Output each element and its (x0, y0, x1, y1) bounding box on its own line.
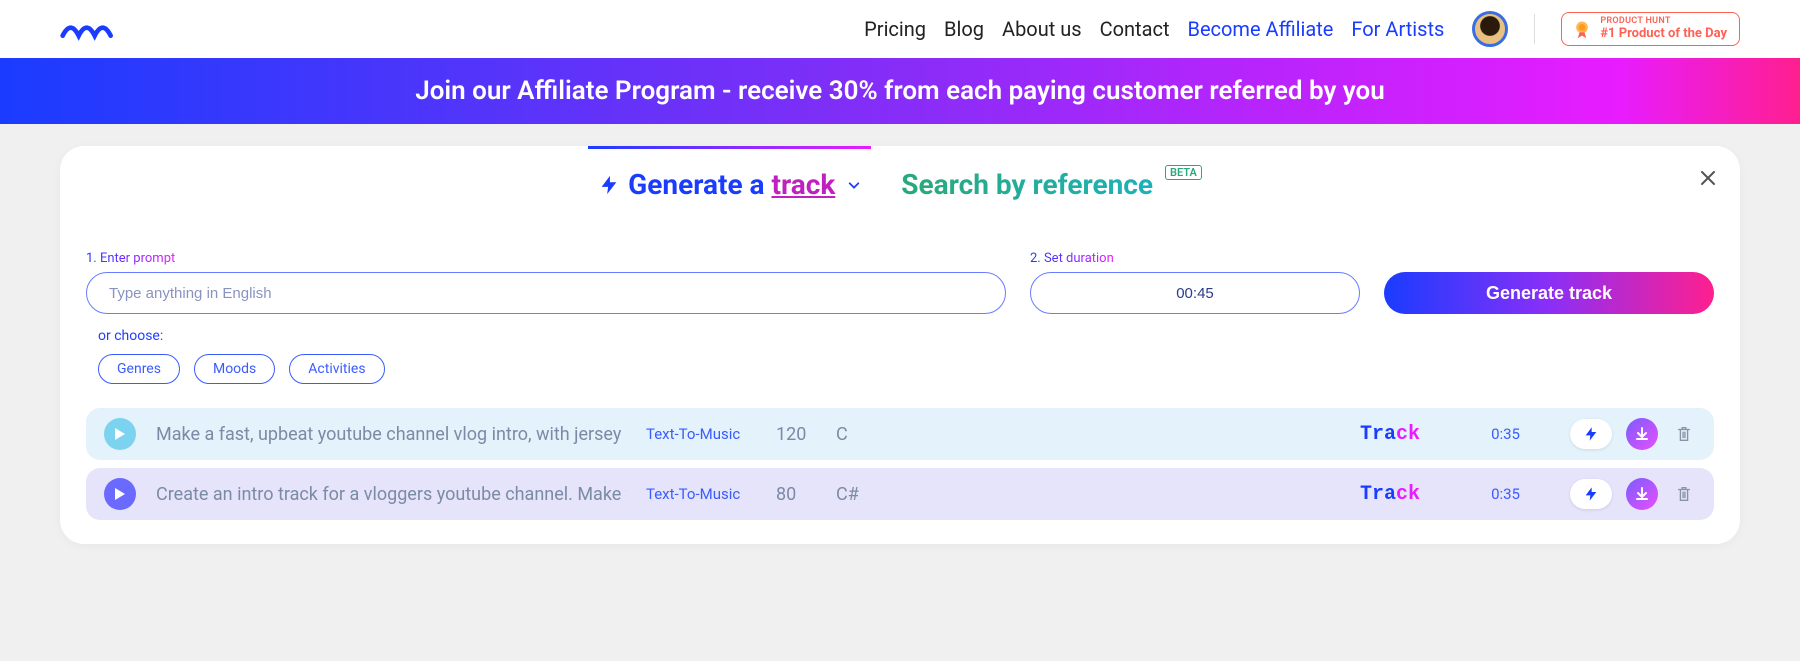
regenerate-button[interactable] (1570, 419, 1612, 449)
track-key: C# (836, 484, 876, 505)
duration-input[interactable] (1030, 272, 1360, 314)
step2-label: 2. Set duration (1030, 251, 1114, 266)
download-button[interactable] (1626, 418, 1658, 450)
nav-contact[interactable]: Contact (1100, 17, 1170, 41)
nav-pricing[interactable]: Pricing (864, 17, 926, 41)
download-icon (1634, 486, 1650, 502)
logo[interactable] (60, 14, 140, 44)
delete-button[interactable] (1672, 482, 1696, 506)
or-choose-label: or choose: (98, 328, 1714, 344)
track-bpm: 80 (776, 484, 816, 505)
track-key: C (836, 424, 876, 445)
nav-become-affiliate[interactable]: Become Affiliate (1187, 17, 1333, 41)
download-icon (1634, 426, 1650, 442)
ph-bottom-label: #1 Product of the Day (1600, 27, 1727, 41)
medal-icon (1572, 19, 1592, 39)
track-source: Text-To-Music (646, 485, 756, 503)
track-label: Track (1360, 483, 1440, 506)
generate-button[interactable]: Generate track (1384, 272, 1714, 314)
separator (1534, 14, 1535, 44)
main-card: Generate a track Search by reference BET… (60, 146, 1740, 544)
track-source: Text-To-Music (646, 425, 756, 443)
play-icon (113, 427, 127, 441)
track-row: Make a fast, upbeat youtube channel vlog… (86, 408, 1714, 460)
header: Pricing Blog About us Contact Become Aff… (0, 0, 1800, 58)
regenerate-button[interactable] (1570, 479, 1612, 509)
delete-button[interactable] (1672, 422, 1696, 446)
bolt-icon (1583, 425, 1599, 443)
tab-generate[interactable]: Generate a track (598, 168, 861, 207)
beta-badge: BETA (1165, 165, 1202, 180)
track-bpm: 120 (776, 424, 816, 445)
nav-for-artists[interactable]: For Artists (1351, 17, 1444, 41)
track-duration: 0:35 (1460, 425, 1520, 443)
tracks-list: Make a fast, upbeat youtube channel vlog… (86, 408, 1714, 520)
download-button[interactable] (1626, 478, 1658, 510)
tab-generate-prefix: Generate a (628, 168, 771, 201)
prompt-input[interactable] (86, 272, 1006, 314)
play-icon (113, 487, 127, 501)
track-row: Create an intro track for a vloggers you… (86, 468, 1714, 520)
track-label: Track (1360, 423, 1440, 446)
product-hunt-badge[interactable]: PRODUCT HUNT #1 Product of the Day (1561, 12, 1740, 46)
track-prompt: Make a fast, upbeat youtube channel vlog… (156, 424, 626, 445)
track-prompt: Create an intro track for a vloggers you… (156, 484, 626, 505)
play-button[interactable] (104, 478, 136, 510)
avatar[interactable] (1472, 11, 1508, 47)
track-actions (1570, 418, 1696, 450)
chip-moods[interactable]: Moods (194, 354, 275, 384)
tab-generate-word: track (771, 168, 835, 201)
trash-icon (1675, 485, 1693, 503)
track-duration: 0:35 (1460, 485, 1520, 503)
bolt-icon (598, 174, 620, 196)
nav-about[interactable]: About us (1002, 17, 1082, 41)
trash-icon (1675, 425, 1693, 443)
tab-search-reference[interactable]: Search by reference BETA (901, 168, 1202, 207)
bolt-icon (1583, 485, 1599, 503)
play-button[interactable] (104, 418, 136, 450)
chips: Genres Moods Activities (98, 354, 1714, 384)
tab-reference-label: Search by reference (901, 168, 1153, 201)
chip-genres[interactable]: Genres (98, 354, 180, 384)
affiliate-banner[interactable]: Join our Affiliate Program - receive 30%… (0, 58, 1800, 124)
chevron-down-icon (847, 178, 861, 192)
track-actions (1570, 478, 1696, 510)
product-hunt-text: PRODUCT HUNT #1 Product of the Day (1600, 17, 1727, 41)
nav: Pricing Blog About us Contact Become Aff… (864, 11, 1740, 47)
step1-label: 1. Enter prompt (86, 251, 175, 266)
nav-blog[interactable]: Blog (944, 17, 984, 41)
chip-activities[interactable]: Activities (289, 354, 384, 384)
form-row: 1. Enter prompt 2. Set duration Generate… (86, 247, 1714, 314)
tabs: Generate a track Search by reference BET… (86, 146, 1714, 207)
